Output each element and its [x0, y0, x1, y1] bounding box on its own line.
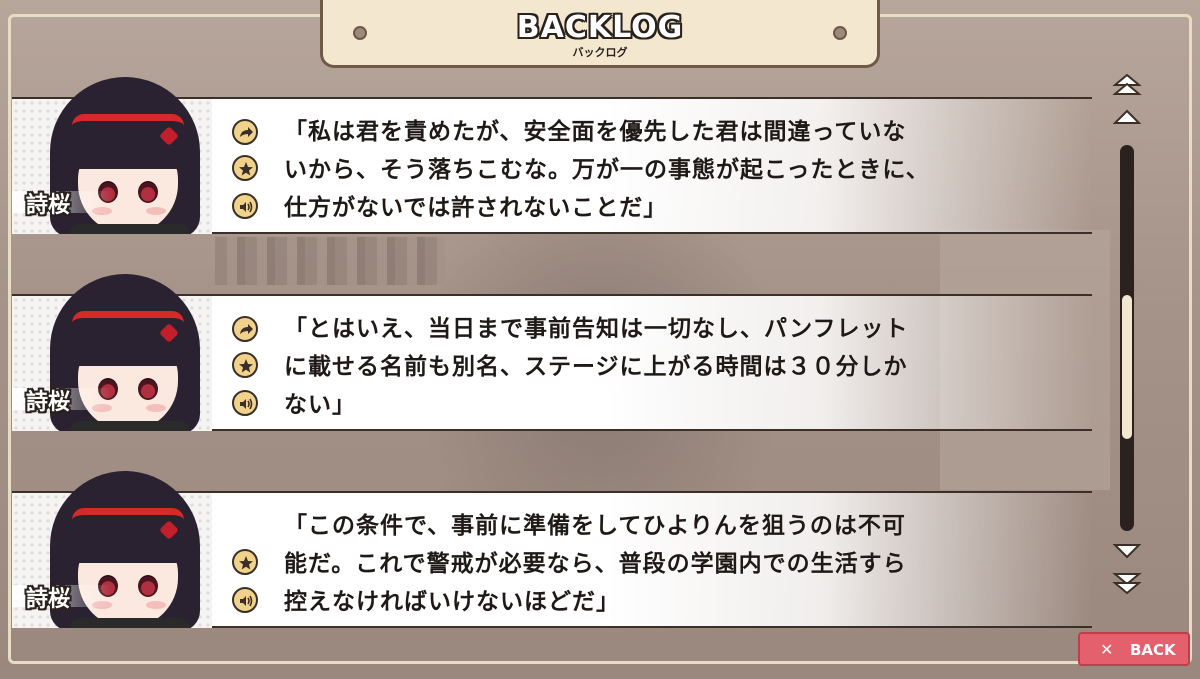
scroll-bottom-icon — [1112, 573, 1142, 595]
scroll-up-button[interactable] — [1112, 108, 1142, 132]
favorite-button[interactable] — [232, 352, 258, 378]
favorite-star-icon — [239, 556, 253, 570]
jump-button[interactable] — [232, 119, 258, 145]
page-title: BACKLOG — [516, 10, 684, 45]
jump-button[interactable] — [232, 316, 258, 342]
voice-replay-icon — [240, 595, 253, 607]
jump-icon — [240, 324, 253, 334]
backlog-header: BACKLOG バックログ — [320, 0, 880, 68]
scroll-down-icon — [1112, 544, 1142, 559]
dialogue-line: 「この条件で、事前に準備をしてひよりんを狙うのは不可 — [284, 513, 906, 539]
back-button-label: BACK — [1130, 641, 1176, 659]
dialogue-line: 仕方がないでは許されないことだ」 — [284, 195, 668, 221]
log-entry: 詩桜 「とはいえ、当日まで事前告知は一切なし、パンフレット に載せる名前も別名、… — [12, 274, 1092, 431]
favorite-star-icon — [239, 359, 253, 373]
voice-replay-button[interactable] — [232, 193, 258, 219]
dialogue-text: 「とはいえ、当日まで事前告知は一切なし、パンフレット に載せる名前も別名、ステー… — [284, 310, 944, 424]
voice-replay-icon — [240, 398, 253, 410]
scrollbar-thumb[interactable] — [1122, 295, 1132, 439]
back-button[interactable]: ✕ BACK — [1078, 632, 1190, 666]
scroll-top-button[interactable] — [1112, 73, 1142, 97]
favorite-star-icon — [239, 162, 253, 176]
voice-replay-button[interactable] — [232, 390, 258, 416]
jump-icon — [240, 127, 253, 137]
scroll-top-icon — [1112, 73, 1142, 95]
favorite-button[interactable] — [232, 549, 258, 575]
dialogue-line: いから、そう落ちこむな。万が一の事態が起こったときに、 — [284, 157, 930, 183]
speaker-name: 詩桜 — [26, 193, 71, 218]
dialogue-line: 「とはいえ、当日まで事前告知は一切なし、パンフレット — [284, 316, 909, 342]
dialogue-line: に載せる名前も別名、ステージに上がる時間は３０分しか — [284, 354, 908, 380]
scroll-up-icon — [1112, 109, 1142, 124]
dialogue-text: 「この条件で、事前に準備をしてひよりんを狙うのは不可 能だ。これで警戒が必要なら… — [284, 507, 944, 621]
page-subtitle: バックログ — [572, 46, 628, 59]
dialogue-line: 能だ。これで警戒が必要なら、普段の学園内での生活すら — [284, 551, 907, 577]
scroll-down-button[interactable] — [1112, 540, 1142, 564]
dialogue-line: ない」 — [284, 392, 356, 418]
log-entry: 詩桜 「この条件で、事前に準備をしてひよりんを狙うのは不可 能だ。これで警戒が必… — [12, 471, 1092, 628]
dialogue-line: 控えなければいけないほどだ」 — [284, 589, 620, 615]
voice-replay-icon — [240, 201, 253, 213]
voice-replay-button[interactable] — [232, 587, 258, 613]
scroll-bottom-button[interactable] — [1112, 570, 1142, 595]
favorite-button[interactable] — [232, 155, 258, 181]
dialogue-line: 「私は君を責めたが、安全面を優先した君は間違っていな — [284, 119, 907, 145]
scrollbar-track[interactable] — [1120, 145, 1134, 531]
speaker-name: 詩桜 — [26, 390, 71, 415]
close-icon: ✕ — [1100, 640, 1114, 659]
log-entry: 詩桜 「私は君を責めたが、安全面を優先した君は間違っていな いから、そう落ちこむ… — [12, 77, 1092, 234]
speaker-name: 詩桜 — [26, 587, 71, 612]
dialogue-text: 「私は君を責めたが、安全面を優先した君は間違っていな いから、そう落ちこむな。万… — [284, 113, 944, 227]
